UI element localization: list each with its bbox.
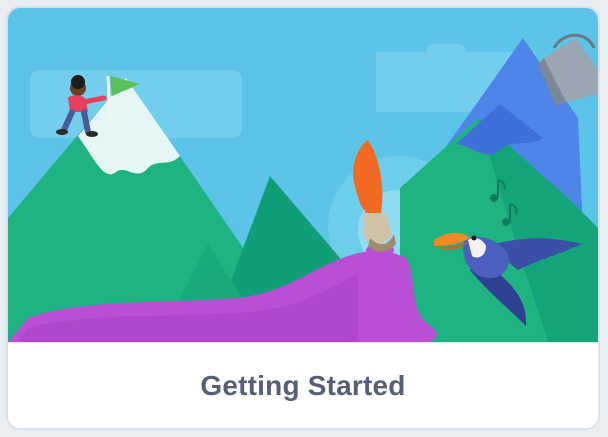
card-title: Getting Started xyxy=(200,370,406,401)
getting-started-card[interactable]: Getting Started xyxy=(6,6,600,430)
illustration-scene xyxy=(8,8,598,342)
card-caption[interactable]: Getting Started xyxy=(8,342,598,428)
card-thumbnail[interactable] xyxy=(8,8,598,342)
